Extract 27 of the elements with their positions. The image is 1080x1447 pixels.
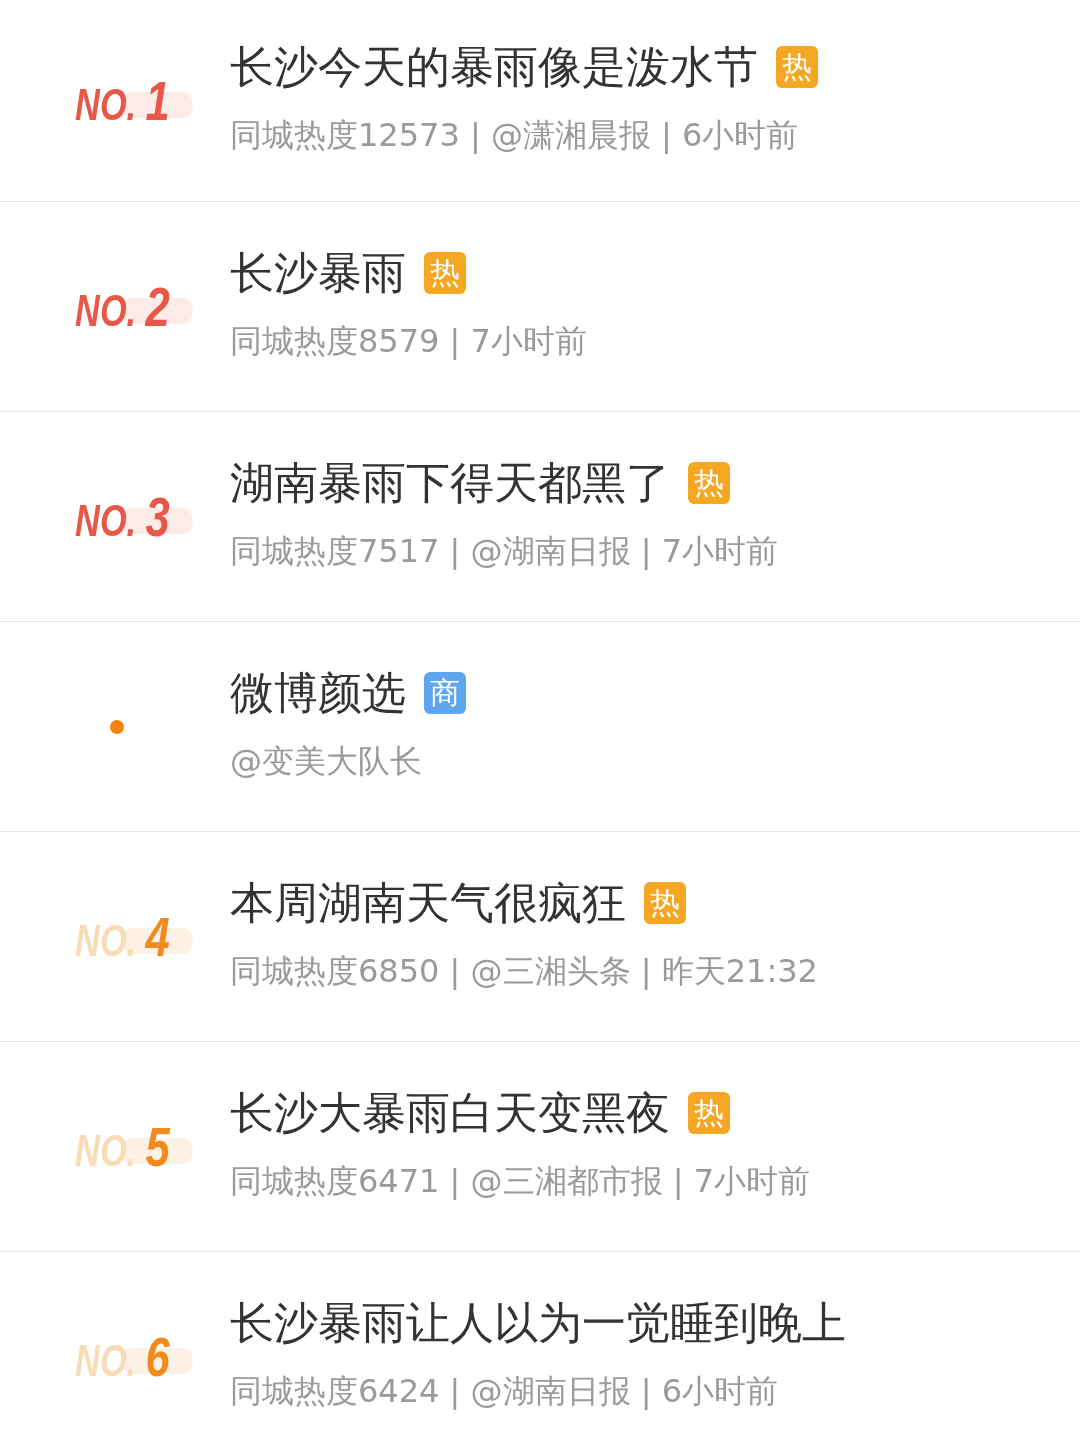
topic-meta: 同城热度6424 | @湖南日报 | 6小时前 [230, 1370, 780, 1412]
topic-tag: 热 [776, 46, 818, 89]
topic-tag: 热 [424, 252, 466, 295]
rank-label: NO. 5 [72, 1107, 194, 1186]
topic-title[interactable]: 湖南暴雨下得天都黑了 [230, 459, 670, 508]
topic-meta: @变美大队长 [230, 740, 423, 782]
topic-title[interactable]: 本周湖南天气很疯狂 [230, 879, 626, 928]
rank-label: NO. 1 [72, 61, 194, 140]
topic-tag: 商 [424, 672, 466, 715]
rank-label: NO. 6 [72, 1317, 194, 1396]
rank-label: NO. 4 [72, 897, 194, 976]
topic-title[interactable]: 长沙暴雨让人以为一觉睡到晚上 [230, 1299, 846, 1348]
topic-meta: 同城热度6850 | @三湘头条 | 昨天21:32 [230, 950, 818, 992]
topic-title[interactable]: 长沙今天的暴雨像是泼水节 [230, 43, 758, 92]
topic-meta: 同城热度12573 | @潇湘晨报 | 6小时前 [230, 114, 800, 156]
rank-label: NO. 3 [72, 477, 194, 556]
topic-title[interactable]: 微博颜选 [230, 669, 406, 718]
topic-tag: 热 [644, 882, 686, 925]
topic-meta: 同城热度6471 | @三湘都市报 | 7小时前 [230, 1160, 811, 1202]
topic-meta: 同城热度7517 | @湖南日报 | 7小时前 [230, 530, 779, 572]
topic-meta: 同城热度8579 | 7小时前 [230, 320, 587, 362]
topic-tag: 热 [688, 462, 730, 505]
topic-title[interactable]: 长沙大暴雨白天变黑夜 [230, 1089, 670, 1138]
rank-label: NO. 2 [72, 267, 194, 346]
topic-tag: 热 [688, 1092, 730, 1135]
bullet-dot [110, 719, 124, 734]
topic-title[interactable]: 长沙暴雨 [230, 249, 406, 298]
